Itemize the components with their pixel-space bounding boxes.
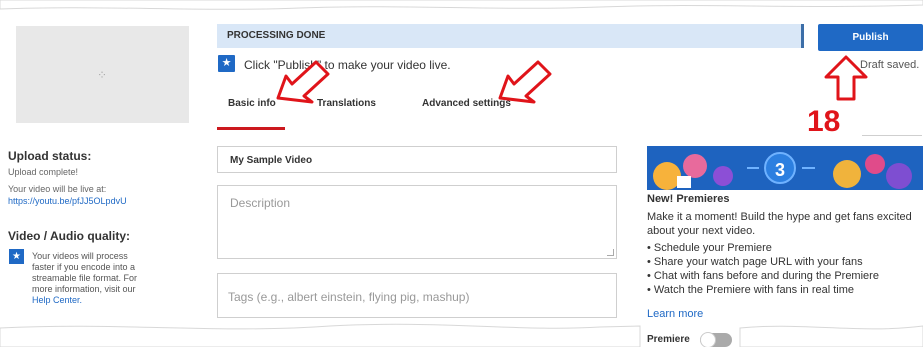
tab-basic-info[interactable]: Basic info [228,98,276,109]
description-placeholder: Description [230,196,291,210]
divider [862,135,922,136]
draft-saved-status: Draft saved. [860,59,920,71]
quality-info: Your videos will process faster if you e… [32,251,182,306]
video-url-link[interactable]: https://youtu.be/pfJJ5OLpdvU [8,196,127,206]
banner-number: 3 [764,152,796,184]
premieres-banner: 3 [647,146,923,190]
resize-handle-icon[interactable] [607,249,614,256]
premiere-toggle-label: Premiere [647,334,690,345]
learn-more-link[interactable]: Learn more [647,308,703,320]
upload-page: ⁘ PROCESSING DONE Publish Draft saved. ★… [0,0,923,347]
tags-input[interactable]: Tags (e.g., albert einstein, flying pig,… [217,273,617,318]
processing-status-text: PROCESSING DONE [227,30,326,41]
list-item: • Schedule your Premiere [647,242,772,254]
tab-advanced-settings[interactable]: Advanced settings [422,98,511,109]
live-at-label: Your video will be live at: [8,184,107,194]
list-item-text: Schedule your Premiere [653,242,772,254]
annotation-step-number: 18 [807,105,841,138]
promo-heading: New! Premieres [647,193,730,205]
list-item-text: Chat with fans before and during the Pre… [653,270,879,282]
toggle-knob [700,332,716,347]
video-thumbnail: ⁘ [16,26,189,123]
quality-heading: Video / Audio quality: [8,229,131,243]
loading-spinner-icon: ⁘ [97,68,108,82]
star-icon: ★ [218,55,235,72]
upload-status-heading: Upload status: [8,149,92,163]
active-tab-indicator [217,127,285,130]
torn-bottom-edge [0,323,923,347]
tags-placeholder: Tags (e.g., albert einstein, flying pig,… [228,290,470,304]
publish-button[interactable]: Publish [818,24,923,51]
help-center-link[interactable]: Help Center. [32,295,182,306]
list-item: • Share your watch page URL with your fa… [647,256,863,268]
premiere-toggle[interactable] [700,332,732,347]
star-icon: ★ [9,249,24,264]
quality-info-line: more information, visit our [32,284,136,294]
quality-info-line: Your videos will process [32,251,128,261]
processing-status-bar: PROCESSING DONE [217,24,804,48]
quality-info-line: faster if you encode into a [32,262,136,272]
tab-bar: Basic info Translations Advanced setting… [217,90,817,130]
promo-bullet-list: • Schedule your Premiere • Share your wa… [647,241,923,297]
title-value: My Sample Video [230,155,313,166]
list-item: • Chat with fans before and during the P… [647,270,879,282]
list-item: • Watch the Premiere with fans in real t… [647,284,855,296]
description-textarea[interactable]: Description [217,185,617,259]
tab-translations[interactable]: Translations [317,98,376,109]
list-item-text: Share your watch page URL with your fans [653,256,863,268]
upload-status-text: Upload complete! [8,167,79,177]
promo-description: Make it a moment! Build the hype and get… [647,211,912,237]
title-input[interactable]: My Sample Video [217,146,617,173]
quality-info-line: streamable file format. For [32,273,138,283]
torn-top-edge [0,0,923,10]
publish-notice: Click "Publish" to make your video live. [244,58,451,72]
list-item-text: Watch the Premiere with fans in real tim… [653,284,855,296]
